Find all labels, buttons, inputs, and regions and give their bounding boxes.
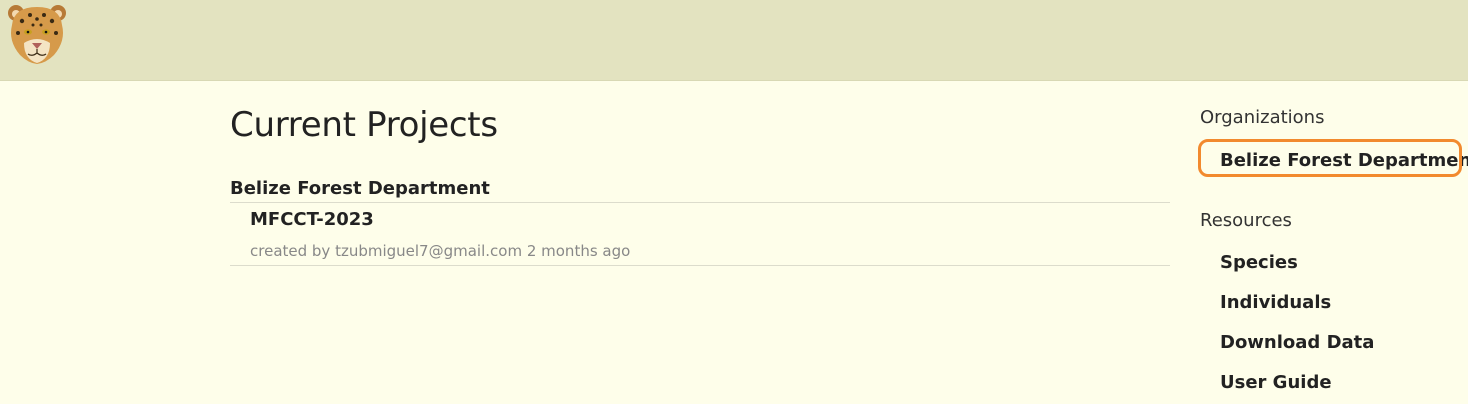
project-item[interactable]: MFCCT-2023 created by tzubmiguel7@gmail.… [230,206,1170,266]
top-header-bar [0,0,1468,81]
main-content: Current Projects Belize Forest Departmen… [230,100,1170,266]
page-title: Current Projects [230,105,498,145]
resources-heading: Resources [1200,210,1292,231]
highlight-ring [1198,139,1462,177]
organizations-heading: Organizations [1200,107,1325,128]
sidebar-item-species[interactable]: Species [1220,252,1298,273]
organization-heading: Belize Forest Department [230,178,1170,203]
project-name-link[interactable]: MFCCT-2023 [250,209,374,230]
sidebar-item-individuals[interactable]: Individuals [1220,292,1331,313]
sidebar-item-download-data[interactable]: Download Data [1220,332,1374,353]
project-meta: created by tzubmiguel7@gmail.com 2 month… [250,242,631,260]
jaguar-logo-icon[interactable] [4,3,70,65]
sidebar-item-user-guide[interactable]: User Guide [1220,372,1332,393]
